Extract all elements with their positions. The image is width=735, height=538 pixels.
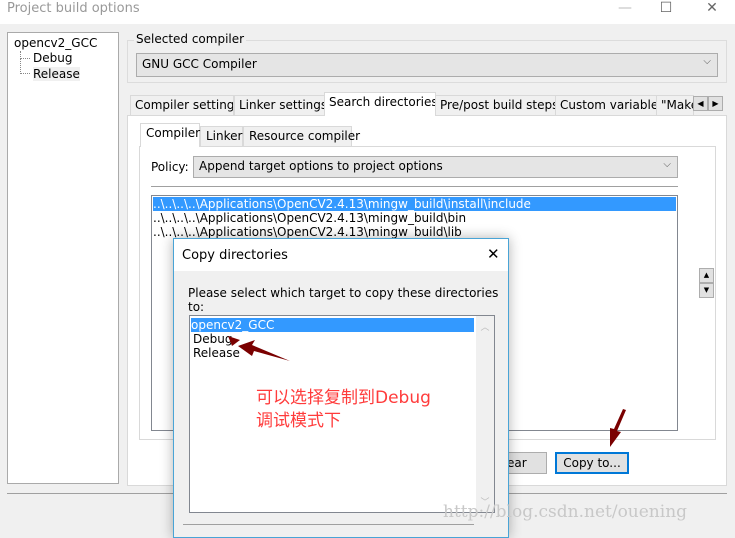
annotation-arrows xyxy=(228,336,626,447)
arrow-small-icon xyxy=(228,336,240,346)
watermark: http://blog.csdn.net/ouening xyxy=(443,502,688,522)
inner-tab-compiler[interactable]: Compiler xyxy=(140,123,200,147)
arrow-to-copy-button-icon xyxy=(610,409,626,447)
arrow-to-debug-icon xyxy=(238,340,290,361)
tab-search-directories[interactable]: Search directories xyxy=(324,92,436,116)
